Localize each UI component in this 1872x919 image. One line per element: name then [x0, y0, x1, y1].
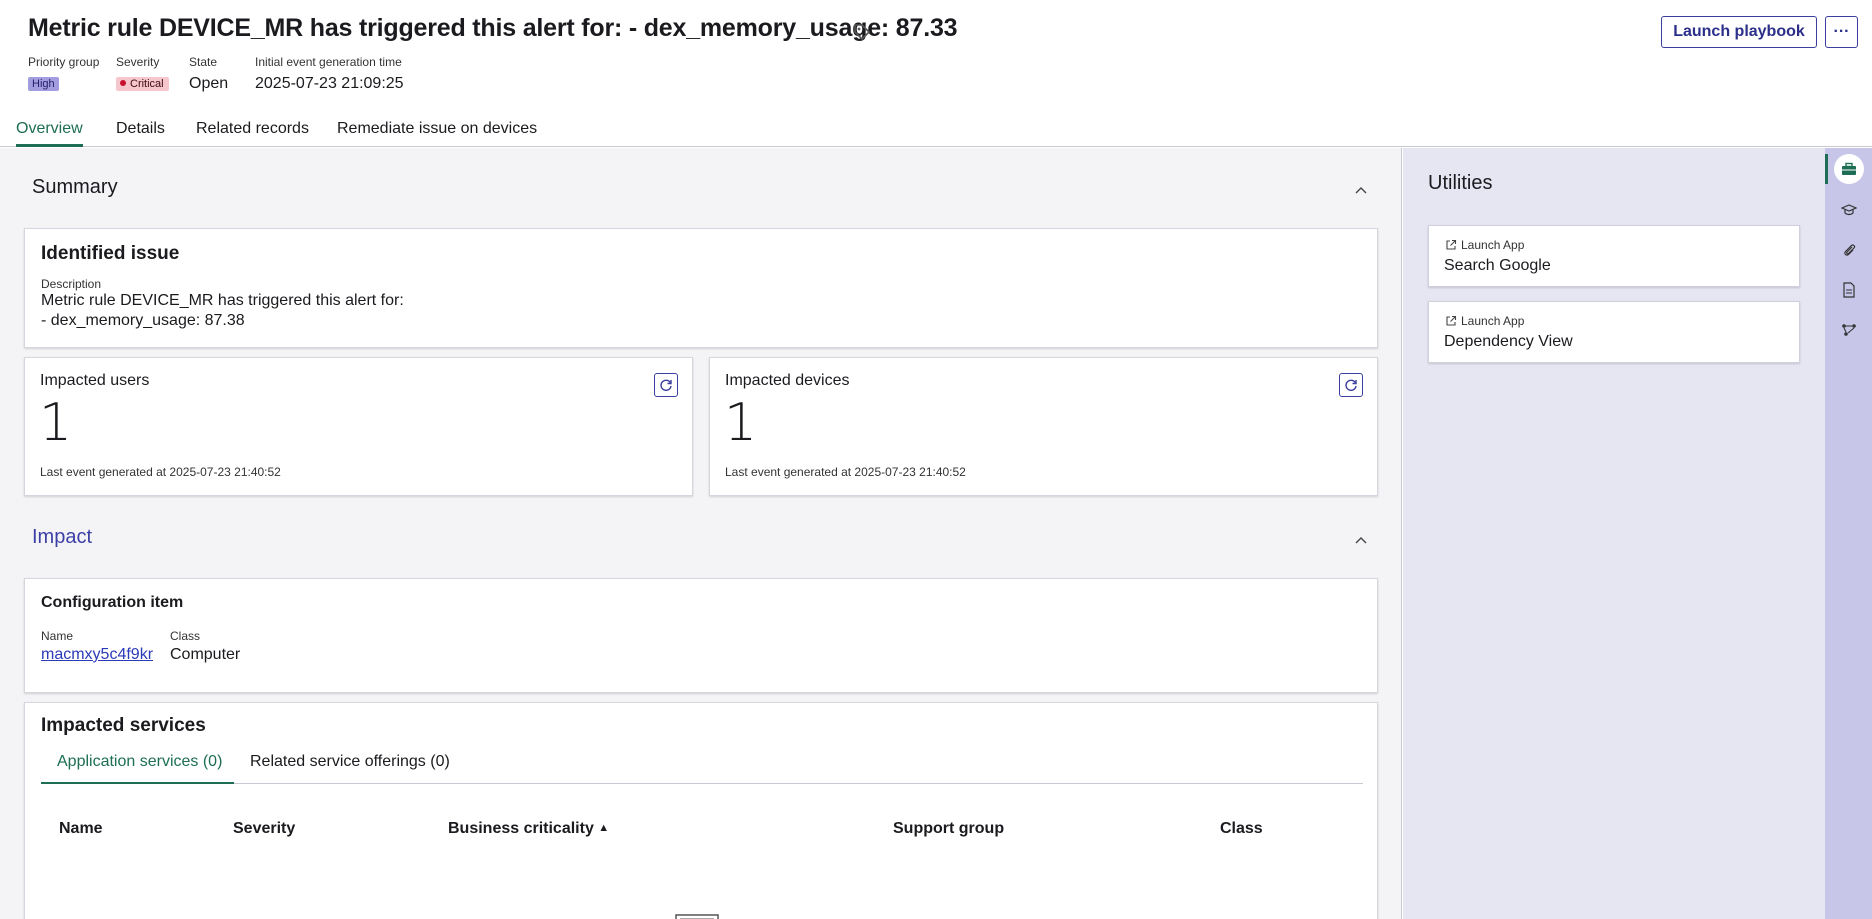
collapse-impact-icon[interactable] — [1354, 533, 1368, 547]
state-value: Open — [189, 75, 229, 92]
initial-time-value: 2025-07-23 21:09:25 — [255, 75, 404, 92]
tab-application-services[interactable]: Application services (0) — [41, 753, 234, 784]
launch-app-row: Launch App — [1445, 314, 1524, 328]
impacted-devices-footer: Last event generated at 2025-07-23 21:40… — [725, 465, 966, 479]
initial-time-field: Initial event generation time 2025-07-23… — [255, 55, 404, 93]
external-link-icon — [1446, 239, 1457, 250]
tab-remediate[interactable]: Remediate issue on devices — [337, 120, 537, 147]
priority-group-label: Priority group — [28, 55, 100, 69]
rail-workflow-button[interactable] — [1825, 313, 1872, 347]
rail-utilities-button[interactable] — [1825, 152, 1872, 186]
refresh-devices-button[interactable] — [1339, 373, 1363, 397]
refresh-icon — [1345, 379, 1357, 391]
rail-attachments-button[interactable] — [1825, 233, 1872, 267]
launch-app-label: Launch App — [1461, 238, 1525, 252]
summary-heading: Summary — [32, 176, 118, 198]
more-options-button[interactable]: ··· — [1825, 16, 1858, 48]
collapse-summary-icon[interactable] — [1354, 183, 1368, 197]
record-tabs: Overview Details Related records Remedia… — [0, 116, 1872, 147]
refresh-icon — [660, 379, 672, 391]
external-link-icon — [1446, 315, 1457, 326]
tab-details[interactable]: Details — [116, 120, 165, 147]
impacted-devices-title: Impacted devices — [725, 372, 850, 389]
impacted-services-card: Impacted services Application services (… — [24, 702, 1378, 919]
tag-icon[interactable] — [851, 21, 873, 43]
ci-class-label: Class — [170, 629, 201, 643]
column-severity[interactable]: Severity — [233, 820, 295, 838]
identified-issue-title: Identified issue — [41, 243, 180, 264]
ci-class-value: Computer — [170, 646, 241, 663]
utility-search-google[interactable]: Launch App Search Google — [1428, 225, 1800, 287]
rail-knowledge-button[interactable] — [1825, 193, 1872, 227]
sidebar-rail — [1825, 148, 1872, 919]
paperclip-icon — [1843, 244, 1855, 256]
impacted-devices-card: Impacted devices 1 Last event generated … — [709, 357, 1378, 496]
tab-related-service-offerings[interactable]: Related service offerings (0) — [250, 753, 450, 784]
launch-playbook-button[interactable]: Launch playbook — [1661, 16, 1817, 48]
initial-time-label: Initial event generation time — [255, 55, 402, 69]
column-class[interactable]: Class — [1220, 820, 1263, 838]
services-tabs: Application services (0) Related service… — [41, 753, 1363, 784]
state-label: State — [189, 55, 218, 69]
impacted-services-title: Impacted services — [41, 715, 206, 736]
utilities-panel: Utilities Launch App Search Google Launc… — [1403, 148, 1825, 919]
impact-heading[interactable]: Impact — [32, 526, 92, 549]
description-label: Description — [41, 277, 102, 291]
page-title: Metric rule DEVICE_MR has triggered this… — [28, 14, 958, 42]
description-line-1: Metric rule DEVICE_MR has triggered this… — [41, 292, 404, 309]
graduation-cap-icon — [1840, 204, 1857, 216]
severity-value: Critical — [130, 78, 164, 90]
utility-title: Dependency View — [1444, 333, 1573, 350]
utility-dependency-view[interactable]: Launch App Dependency View — [1428, 301, 1800, 363]
configuration-item-card: Configuration item Name macmxy5c4f9kr Cl… — [24, 578, 1378, 693]
impacted-users-count: 1 — [39, 393, 73, 453]
severity-field: Severity Critical — [116, 55, 169, 92]
business-criticality-label: Business criticality — [448, 820, 594, 837]
empty-state-icon — [675, 914, 719, 919]
document-icon — [1842, 282, 1855, 298]
record-header: Metric rule DEVICE_MR has triggered this… — [0, 0, 1872, 148]
sort-ascending-icon: ▲ — [598, 822, 610, 834]
identified-issue-card: Identified issue Description Metric rule… — [24, 228, 1378, 348]
rail-document-button[interactable] — [1825, 273, 1872, 307]
impacted-users-card: Impacted users 1 Last event generated at… — [24, 357, 693, 496]
workflow-icon — [1841, 324, 1856, 336]
column-support-group[interactable]: Support group — [893, 820, 1004, 838]
impacted-devices-count: 1 — [724, 393, 758, 453]
configuration-item-title: Configuration item — [41, 594, 184, 611]
severity-label: Severity — [116, 55, 160, 69]
launch-app-row: Launch App — [1445, 238, 1524, 252]
tab-related-records[interactable]: Related records — [196, 120, 309, 147]
priority-group-field: Priority group High — [28, 55, 99, 92]
critical-dot-icon — [120, 80, 126, 87]
description-line-2: - dex_memory_usage: 87.38 — [41, 312, 245, 329]
launch-app-label: Launch App — [1461, 314, 1525, 328]
overview-content: Summary Identified issue Description Met… — [0, 148, 1402, 919]
severity-badge: Critical — [116, 77, 169, 91]
impacted-users-title: Impacted users — [40, 372, 150, 389]
tab-overview[interactable]: Overview — [16, 120, 83, 147]
utility-title: Search Google — [1444, 257, 1551, 274]
refresh-users-button-visible[interactable] — [654, 373, 678, 397]
state-field: State Open — [189, 55, 228, 93]
toolbox-icon — [1841, 162, 1856, 175]
utilities-title: Utilities — [1428, 172, 1493, 194]
column-name[interactable]: Name — [59, 820, 103, 838]
ci-name-label: Name — [41, 629, 74, 643]
priority-badge: High — [28, 77, 59, 91]
impacted-users-footer: Last event generated at 2025-07-23 21:40… — [40, 465, 281, 479]
ci-name-link[interactable]: macmxy5c4f9kr — [41, 646, 153, 664]
column-business-criticality[interactable]: Business criticality ▲ — [448, 820, 609, 838]
